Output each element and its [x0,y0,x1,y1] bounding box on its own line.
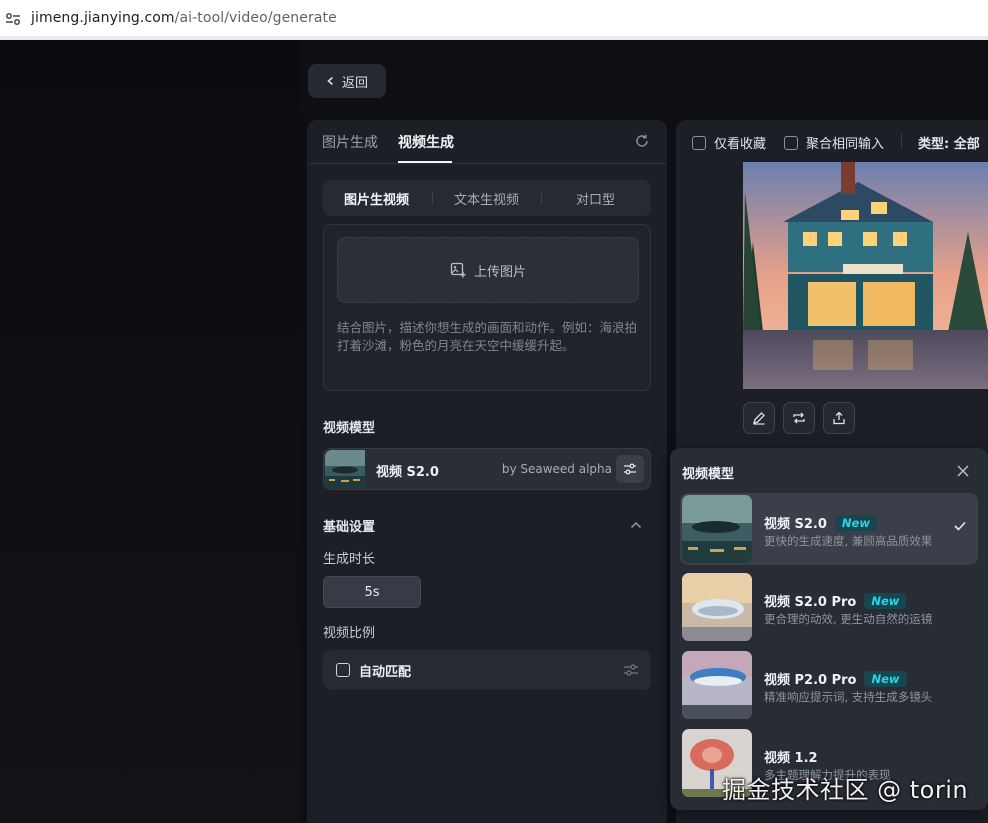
upload-icon [833,411,845,425]
favorites-label: 仅看收藏 [714,137,767,152]
basic-settings-title[interactable]: 基础设置 [323,516,375,535]
upload-label: 上传图片 [473,264,526,280]
edit-button[interactable] [743,402,775,434]
model-option-desc: 精准响应提示词, 支持生成多镜头 [764,690,933,704]
model-option-thumbnail [682,573,752,641]
app-page: 返回 图片生成 视频生成 图片生视频 文本生视频 对口型 上传图片 结合图片，描… [0,40,988,823]
url-path: /ai-tool/video/generate [174,10,337,26]
model-section-title: 视频模型 [323,421,376,436]
prompt-area: 上传图片 结合图片，描述你想生成的画面和动作。例如：海浪拍打着沙滩，粉色的月亮在… [323,224,651,391]
subtab-text-to-video[interactable]: 文本生视频 [454,189,519,208]
chevron-up-icon[interactable] [630,521,642,529]
site-settings-icon[interactable] [4,10,22,28]
ratio-label: 视频比例 [323,626,376,641]
ratio-selector[interactable]: 自动匹配 [323,650,651,690]
back-button[interactable]: 返回 [308,64,386,98]
upload-image-button[interactable]: 上传图片 [337,237,639,303]
tune-icon[interactable] [623,662,639,678]
type-filter-label: 类型: 全部 [918,137,980,152]
favorites-checkbox[interactable] [692,135,706,150]
browser-address-bar: jimeng.jianying.com/ai-tool/video/genera… [0,0,988,40]
model-option-p2-pro[interactable]: 视频 P2.0 Pro New 精准响应提示词, 支持生成多镜头 [680,649,978,721]
page-background [0,40,300,823]
chevron-left-icon [327,76,334,86]
main-tabs: 图片生成 视频生成 [307,120,667,164]
new-badge: New [864,592,907,609]
model-option-title: 视频 S2.0 Pro New [764,591,907,610]
sliders-icon [624,463,636,475]
refresh-icon[interactable] [634,133,650,149]
model-option-desc: 更合理的动效, 更生动自然的运镜 [764,612,933,626]
model-popup: 视频模型 视频 S2.0 New 更快的生成速度, 兼顾高品质效果 视频 S2.… [670,448,988,810]
model-thumbnail [325,450,365,488]
checkmark-icon [954,521,966,531]
close-icon[interactable] [956,464,970,478]
filter-favorites[interactable]: 仅看收藏 [692,133,766,152]
new-badge: New [834,514,877,531]
merge-label: 聚合相同输入 [806,137,885,152]
popup-title: 视频模型 [682,467,735,482]
tab-video-generation[interactable]: 视频生成 [398,132,454,152]
filter-divider [901,134,902,148]
active-tab-indicator [398,161,452,163]
selected-model-name: 视频 S2.0 [376,465,439,480]
model-option-title: 视频 S2.0 New [764,513,877,532]
prompt-textarea[interactable]: 结合图片，描述你想生成的画面和动作。例如：海浪拍打着沙滩，粉色的月亮在天空中缓缓… [337,319,642,355]
model-provider: by Seaweed alpha [501,462,612,476]
model-option-title: 视频 1.2 [764,747,818,766]
mode-subtabs: 图片生视频 文本生视频 对口型 [323,180,651,216]
filter-merge-inputs[interactable]: 聚合相同输入 [784,133,884,152]
subtab-lip-sync[interactable]: 对口型 [576,189,615,208]
watermark-text: 掘金技术社区 @ torin [722,776,969,804]
repeat-icon [793,412,805,424]
url-text[interactable]: jimeng.jianying.com/ai-tool/video/genera… [31,10,337,26]
share-button[interactable] [823,402,855,434]
tab-image-generation[interactable]: 图片生成 [322,132,378,152]
subtab-image-to-video[interactable]: 图片生视频 [344,189,409,208]
duration-option-5s[interactable]: 5s [323,576,421,608]
back-label: 返回 [341,75,368,91]
model-option-desc: 更快的生成速度, 兼顾高品质效果 [764,534,933,548]
generated-image[interactable] [743,162,988,389]
model-option-name: 视频 1.2 [764,751,818,766]
image-add-icon [450,262,466,278]
model-option-s2-pro[interactable]: 视频 S2.0 Pro New 更合理的动效, 更生动自然的运镜 [680,571,978,643]
model-option-name: 视频 P2.0 Pro [764,673,857,688]
new-badge: New [864,670,907,687]
model-option-name: 视频 S2.0 Pro [764,595,857,610]
pencil-icon [753,412,765,425]
model-selector[interactable]: 视频 S2.0 by Seaweed alpha [323,448,651,490]
merge-checkbox[interactable] [784,135,798,150]
type-filter-dropdown[interactable]: 类型: 全部 [918,133,980,152]
model-option-title: 视频 P2.0 Pro New [764,669,907,688]
aspect-ratio-icon [336,663,350,677]
subtab-divider [432,192,433,204]
regenerate-button[interactable] [783,402,815,434]
ratio-value: 自动匹配 [359,665,412,680]
model-option-thumbnail [682,495,752,563]
model-option-thumbnail [682,651,752,719]
generation-panel: 图片生成 视频生成 图片生视频 文本生视频 对口型 上传图片 结合图片，描述你想… [307,120,667,823]
subtab-divider [541,192,542,204]
url-host: jimeng.jianying.com [31,10,175,26]
duration-label: 生成时长 [323,552,376,567]
model-option-name: 视频 S2.0 [764,517,827,532]
model-settings-button[interactable] [616,455,644,483]
model-option-s2[interactable]: 视频 S2.0 New 更快的生成速度, 兼顾高品质效果 [680,493,978,565]
